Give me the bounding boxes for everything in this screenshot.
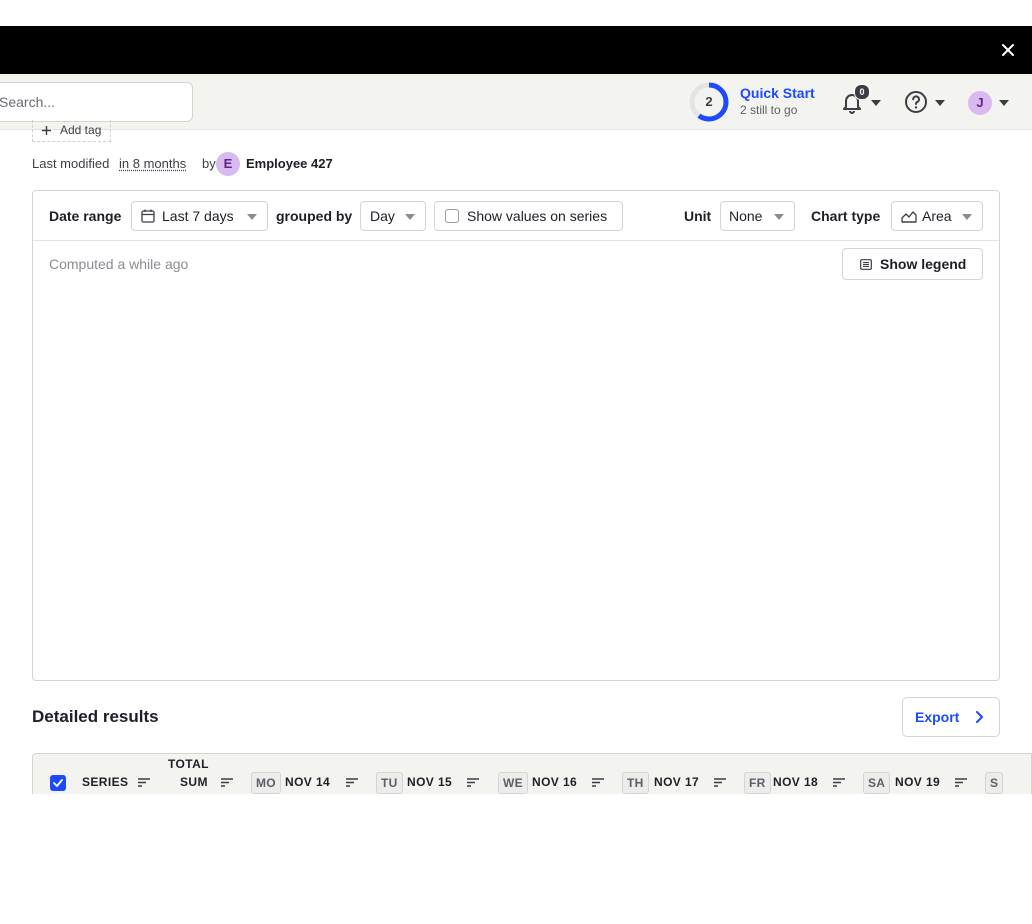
check-icon bbox=[53, 779, 63, 787]
sort-icon[interactable] bbox=[833, 778, 845, 787]
sort-icon[interactable] bbox=[346, 778, 358, 787]
add-tag-button[interactable]: Add tag bbox=[32, 120, 111, 142]
column-header-date[interactable]: NOV 18 bbox=[773, 775, 818, 789]
quick-start-count: 2 bbox=[705, 94, 713, 109]
chart-type-value: Area bbox=[922, 208, 952, 224]
quick-start-subtitle: 2 still to go bbox=[740, 103, 798, 117]
insight-chart-card: Date range Last 7 days grouped by Day Sh… bbox=[32, 190, 1000, 681]
chevron-down-icon bbox=[935, 100, 945, 106]
chevron-down-icon bbox=[774, 214, 784, 220]
chart-controls-bar: Date range Last 7 days grouped by Day Sh… bbox=[33, 191, 999, 241]
sort-icon[interactable] bbox=[221, 778, 233, 787]
column-header-date[interactable]: NOV 17 bbox=[654, 775, 699, 789]
day-badge-mo: MO bbox=[251, 772, 281, 794]
help-icon bbox=[905, 91, 927, 113]
column-header-date[interactable]: NOV 19 bbox=[895, 775, 940, 789]
chevron-down-icon bbox=[999, 100, 1009, 106]
add-tag-label: Add tag bbox=[60, 123, 102, 137]
grouped-by-label: grouped by bbox=[276, 208, 353, 224]
search-input[interactable] bbox=[0, 82, 193, 122]
interval-select[interactable]: Day bbox=[360, 201, 426, 231]
show-values-toggle[interactable]: Show values on series bbox=[434, 201, 623, 231]
date-range-value: Last 7 days bbox=[162, 208, 234, 224]
calendar-icon bbox=[141, 209, 155, 223]
unit-value: None bbox=[729, 208, 763, 224]
select-all-checkbox[interactable] bbox=[50, 775, 66, 791]
day-badge-sa: SA bbox=[863, 772, 891, 794]
show-values-label: Show values on series bbox=[467, 208, 608, 224]
notifications-button[interactable]: 0 bbox=[840, 84, 884, 116]
column-header-date[interactable]: NOV 15 bbox=[407, 775, 452, 789]
sort-icon[interactable] bbox=[714, 778, 726, 787]
computed-status: Computed a while ago bbox=[49, 256, 189, 272]
day-badge-th: TH bbox=[622, 772, 649, 794]
unit-label: Unit bbox=[684, 208, 712, 224]
day-badge-su: S bbox=[985, 772, 1004, 794]
quick-start-title: Quick Start bbox=[740, 85, 815, 101]
plus-icon bbox=[42, 126, 51, 135]
user-menu-button[interactable]: J bbox=[968, 91, 1012, 115]
unit-select[interactable]: None bbox=[720, 201, 795, 231]
chevron-right-icon bbox=[976, 711, 983, 723]
show-legend-label: Show legend bbox=[880, 256, 967, 272]
date-range-select[interactable]: Last 7 days bbox=[131, 201, 268, 231]
sort-icon[interactable] bbox=[592, 778, 604, 787]
column-header-date[interactable]: NOV 14 bbox=[285, 775, 330, 789]
export-label: Export bbox=[915, 709, 960, 725]
export-button[interactable]: Export bbox=[902, 697, 1000, 737]
show-values-checkbox[interactable] bbox=[445, 209, 459, 223]
author-name: Employee 427 bbox=[246, 156, 333, 171]
author-avatar: E bbox=[216, 152, 240, 176]
column-header-date[interactable]: NOV 16 bbox=[532, 775, 577, 789]
chevron-down-icon bbox=[871, 100, 881, 106]
avatar: J bbox=[968, 91, 992, 115]
chart-type-label: Chart type bbox=[811, 208, 881, 224]
column-header-total[interactable]: TOTAL bbox=[168, 757, 209, 771]
announcement-banner bbox=[0, 26, 1032, 74]
date-range-label: Date range bbox=[49, 208, 122, 224]
interval-value: Day bbox=[370, 208, 395, 224]
by-label: by bbox=[202, 156, 216, 171]
top-navigation-bar: 2 Quick Start 2 still to go 0 J bbox=[0, 74, 1032, 130]
sort-icon[interactable] bbox=[138, 778, 150, 787]
detailed-results-heading: Detailed results bbox=[32, 707, 159, 726]
chevron-down-icon bbox=[962, 214, 972, 220]
close-icon[interactable] bbox=[1000, 42, 1016, 58]
results-table-header: SERIES TOTAL SUM MO NOV 14 TU NOV 15 WE … bbox=[32, 753, 1032, 794]
quick-start-button[interactable]: 2 Quick Start 2 still to go bbox=[688, 81, 828, 123]
sort-icon[interactable] bbox=[955, 778, 967, 787]
chevron-down-icon bbox=[247, 214, 257, 220]
last-modified-time: in 8 months bbox=[119, 156, 187, 171]
column-header-total-sum[interactable]: SUM bbox=[180, 775, 208, 789]
help-menu-button[interactable] bbox=[904, 90, 948, 116]
sort-icon[interactable] bbox=[467, 778, 479, 787]
day-badge-tu: TU bbox=[376, 772, 403, 794]
day-badge-we: WE bbox=[498, 772, 528, 794]
notifications-badge: 0 bbox=[854, 84, 870, 100]
chart-type-select[interactable]: Area bbox=[891, 201, 983, 231]
area-chart-icon bbox=[901, 211, 917, 223]
column-header-series[interactable]: SERIES bbox=[82, 775, 128, 789]
last-modified-label: Last modified bbox=[32, 156, 110, 171]
legend-icon bbox=[860, 259, 872, 270]
chevron-down-icon bbox=[405, 214, 415, 220]
show-legend-button[interactable]: Show legend bbox=[842, 248, 983, 280]
day-badge-fr: FR bbox=[744, 772, 771, 794]
